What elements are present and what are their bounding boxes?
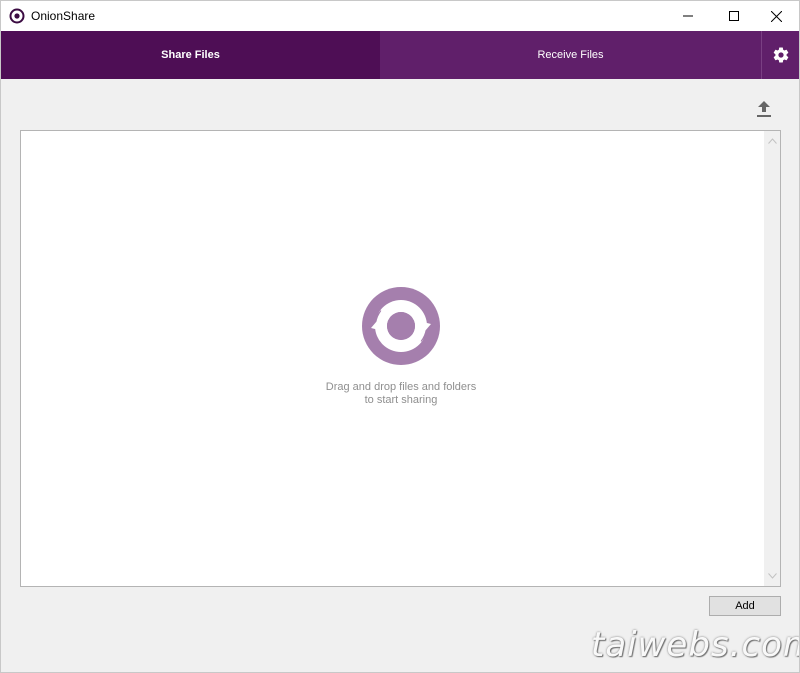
maximize-icon xyxy=(729,11,739,21)
gear-icon xyxy=(773,47,788,63)
app-window: OnionShare Share Files Receive Files Dra… xyxy=(0,0,800,673)
drop-hint-line-1: Drag and drop files and folders xyxy=(325,381,477,393)
mode-tab-bar: Share Files Receive Files xyxy=(1,31,799,79)
tab-receive-files[interactable]: Receive Files xyxy=(380,31,761,79)
drop-hint-line-2: to start sharing xyxy=(364,394,438,406)
upload-icon xyxy=(757,101,771,117)
settings-button[interactable] xyxy=(761,31,799,79)
tab-share-files[interactable]: Share Files xyxy=(1,31,380,79)
watermark-text: taiwebs.com xyxy=(591,625,800,665)
upload-history-button[interactable] xyxy=(754,99,774,119)
minimize-icon xyxy=(683,15,693,17)
window-title: OnionShare xyxy=(31,9,96,23)
scroll-down-arrow[interactable] xyxy=(764,568,780,584)
close-icon xyxy=(770,10,782,22)
title-bar: OnionShare xyxy=(1,1,799,31)
add-button[interactable]: Add xyxy=(709,596,781,616)
maximize-button[interactable] xyxy=(711,1,757,31)
vertical-scrollbar[interactable] xyxy=(764,131,780,586)
minimize-button[interactable] xyxy=(665,1,711,31)
scroll-up-arrow[interactable] xyxy=(764,133,780,149)
sync-arrows-icon xyxy=(362,287,440,365)
chevron-down-icon xyxy=(767,573,777,579)
chevron-up-icon xyxy=(767,138,777,144)
onionshare-logo-icon xyxy=(9,8,25,24)
file-drop-zone[interactable]: Drag and drop files and folders to start… xyxy=(20,130,781,587)
drop-hint-text: Drag and drop files and folders to start… xyxy=(201,381,601,407)
close-button[interactable] xyxy=(753,1,799,31)
